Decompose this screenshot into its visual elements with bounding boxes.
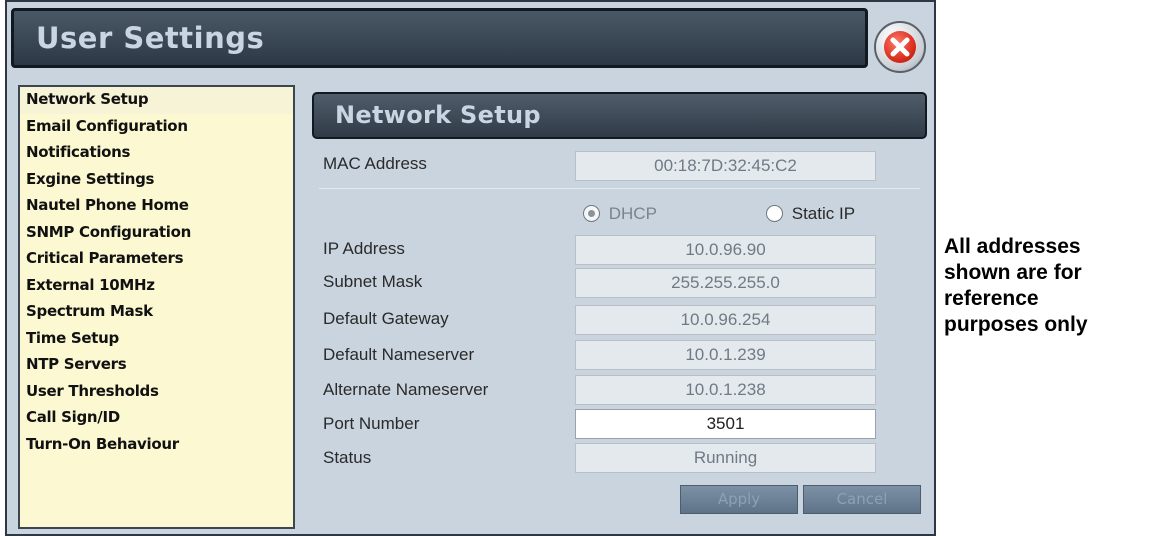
sidebar-item-time-setup[interactable]: Time Setup — [20, 326, 293, 353]
default-nameserver-label: Default Nameserver — [323, 345, 475, 364]
close-x-glyph — [890, 37, 910, 57]
title-bar: User Settings — [11, 8, 868, 68]
note-line: reference — [944, 287, 1039, 310]
port-number-input[interactable]: 3501 — [575, 409, 876, 439]
sidebar-item-snmp-configuration[interactable]: SNMP Configuration — [20, 220, 293, 247]
sidebar-item-user-thresholds[interactable]: User Thresholds — [20, 379, 293, 406]
sidebar-item-notifications[interactable]: Notifications — [20, 140, 293, 167]
mac-address-label: MAC Address — [323, 154, 427, 173]
default-gateway-label: Default Gateway — [323, 309, 449, 328]
apply-button[interactable]: Apply — [680, 485, 798, 514]
sidebar-item-exgine-settings[interactable]: Exgine Settings — [20, 167, 293, 194]
static-ip-label: Static IP — [791, 204, 856, 223]
dhcp-radio[interactable] — [583, 205, 600, 222]
alternate-nameserver-label: Alternate Nameserver — [323, 380, 489, 399]
form-divider — [319, 188, 920, 189]
dhcp-option[interactable]: DHCP — [583, 204, 657, 224]
sidebar-item-email-configuration[interactable]: Email Configuration — [20, 114, 293, 141]
static-ip-radio[interactable] — [766, 205, 783, 222]
default-nameserver-field: 10.0.1.239 — [575, 340, 876, 370]
ip-address-label: IP Address — [323, 239, 405, 258]
status-field: Running — [575, 443, 876, 473]
sidebar-item-spectrum-mask[interactable]: Spectrum Mask — [20, 299, 293, 326]
subnet-mask-field: 255.255.255.0 — [575, 268, 876, 298]
port-number-label: Port Number — [323, 414, 420, 433]
ip-address-field: 10.0.96.90 — [575, 235, 876, 265]
subnet-mask-label: Subnet Mask — [323, 272, 423, 291]
note-line: purposes only — [944, 313, 1088, 336]
sidebar-item-nautel-phone-home[interactable]: Nautel Phone Home — [20, 193, 293, 220]
panel-header: Network Setup — [312, 92, 927, 139]
sidebar-item-turn-on-behaviour[interactable]: Turn-On Behaviour — [20, 432, 293, 459]
panel-title: Network Setup — [335, 101, 541, 129]
radio-selected-dot — [588, 210, 595, 217]
sidebar-item-ntp-servers[interactable]: NTP Servers — [20, 352, 293, 379]
static-ip-option[interactable]: Static IP — [766, 204, 855, 224]
close-button[interactable] — [874, 21, 926, 73]
sidebar-item-external-10mhz[interactable]: External 10MHz — [20, 273, 293, 300]
sidebar-item-call-sign-id[interactable]: Call Sign/ID — [20, 405, 293, 432]
note-line: shown are for — [944, 261, 1082, 284]
dhcp-label: DHCP — [608, 204, 657, 223]
mac-address-field: 00:18:7D:32:45:C2 — [575, 151, 876, 181]
settings-sidebar: Network Setup Email Configuration Notifi… — [18, 85, 295, 529]
default-gateway-field: 10.0.96.254 — [575, 305, 876, 335]
reference-note: All addresses shown are for reference pu… — [944, 234, 1154, 338]
window-title: User Settings — [36, 21, 265, 55]
note-line: All addresses — [944, 235, 1081, 258]
sidebar-item-critical-parameters[interactable]: Critical Parameters — [20, 246, 293, 273]
status-label: Status — [323, 448, 372, 467]
sidebar-item-network-setup[interactable]: Network Setup — [20, 87, 293, 114]
alternate-nameserver-field: 10.0.1.238 — [575, 375, 876, 405]
cancel-button[interactable]: Cancel — [803, 485, 921, 514]
